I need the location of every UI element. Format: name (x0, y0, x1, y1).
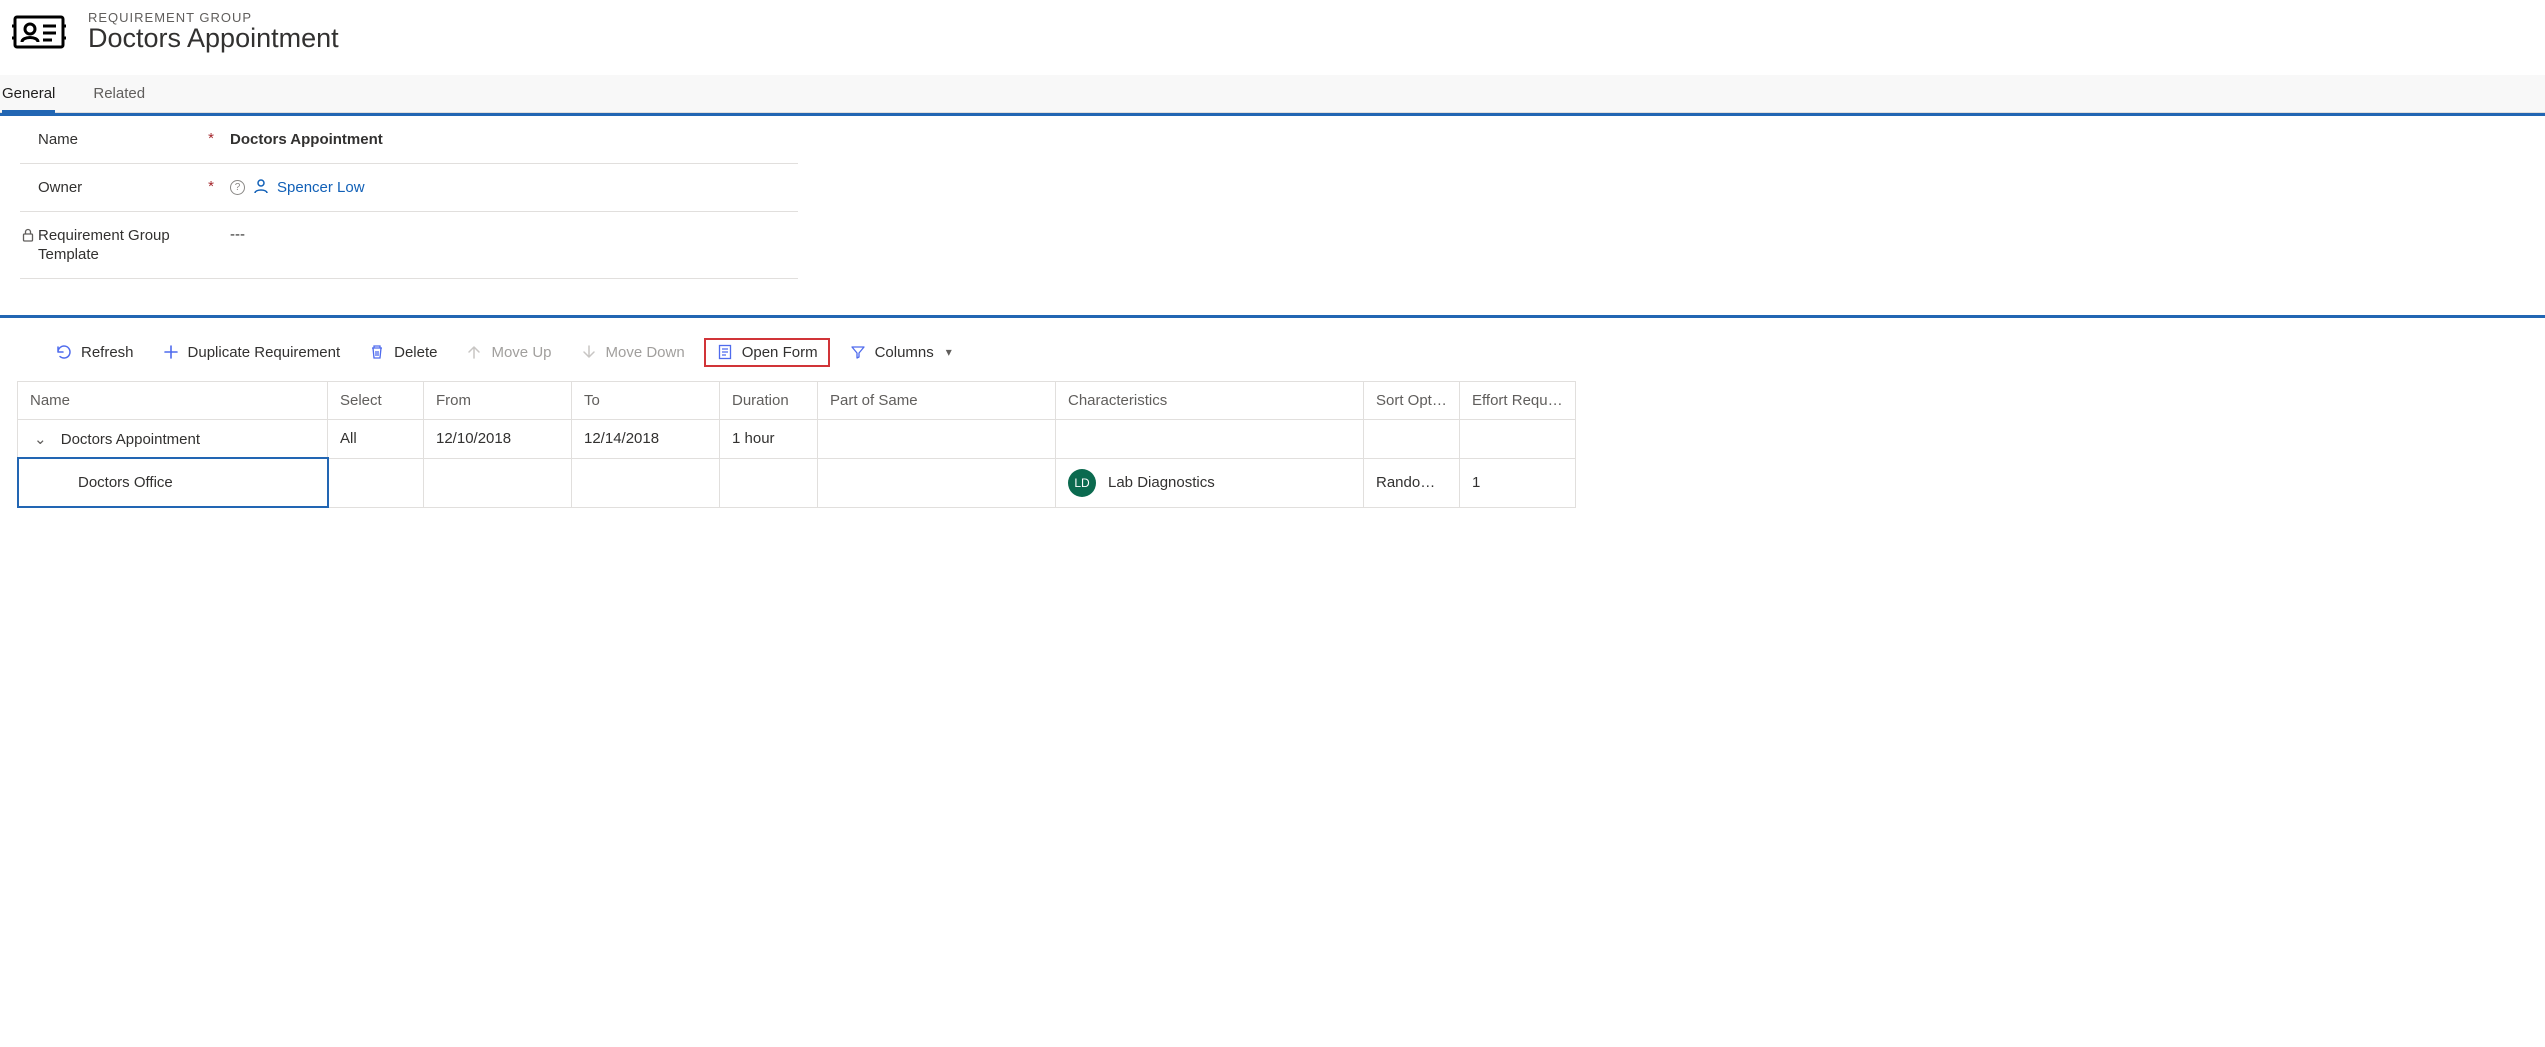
button-label: Open Form (742, 344, 818, 361)
chevron-down-icon: ▾ (946, 345, 952, 359)
field-label: Owner (20, 178, 82, 198)
characteristic-text: Lab Diagnostics (1108, 474, 1215, 491)
button-label: Columns (875, 344, 934, 361)
arrow-up-icon (465, 344, 483, 360)
cell-part-of-same[interactable] (818, 419, 1056, 458)
cell-effort-required[interactable]: 1 (1460, 458, 1576, 507)
filter-icon (849, 344, 867, 360)
refresh-icon (55, 344, 73, 360)
cell-sort-option[interactable] (1364, 419, 1460, 458)
required-indicator: * (208, 130, 214, 147)
cell-to[interactable] (572, 458, 720, 507)
lock-icon (22, 228, 34, 245)
characteristic-badge: LD (1068, 469, 1096, 497)
table-row[interactable]: ⌄ Doctors Appointment All 12/10/2018 12/… (18, 419, 1576, 458)
arrow-down-icon (580, 344, 598, 360)
owner-lookup-link[interactable]: Spencer Low (277, 179, 365, 196)
tab-strip: General Related (0, 75, 2545, 113)
cell-from[interactable] (424, 458, 572, 507)
plus-icon (162, 344, 180, 360)
cell-select[interactable] (328, 458, 424, 507)
required-indicator: * (208, 178, 214, 195)
field-label: Requirement Group Template (20, 226, 190, 265)
button-label: Move Down (606, 344, 685, 361)
delete-button[interactable]: Delete (359, 339, 446, 366)
form-icon (716, 344, 734, 360)
col-header-name[interactable]: Name (18, 381, 328, 419)
button-label: Duplicate Requirement (188, 344, 341, 361)
col-header-characteristics[interactable]: Characteristics (1056, 381, 1364, 419)
cell-duration[interactable] (720, 458, 818, 507)
field-value: --- (220, 226, 245, 243)
grid-header-row: Name Select From To Duration Part of Sam… (18, 381, 1576, 419)
cell-name: Doctors Appointment (61, 431, 200, 448)
cell-to[interactable]: 12/14/2018 (572, 419, 720, 458)
field-owner[interactable]: Owner * ? Spencer Low (20, 164, 798, 212)
columns-button[interactable]: Columns ▾ (840, 339, 961, 366)
field-requirement-group-template: Requirement Group Template --- (20, 212, 798, 279)
cell-from[interactable]: 12/10/2018 (424, 419, 572, 458)
col-header-duration[interactable]: Duration (720, 381, 818, 419)
cell-effort-required[interactable] (1460, 419, 1576, 458)
duplicate-requirement-button[interactable]: Duplicate Requirement (153, 339, 350, 366)
open-form-button[interactable]: Open Form (704, 338, 830, 367)
field-label: Name (20, 130, 78, 150)
chevron-down-icon[interactable]: ⌄ (34, 430, 47, 448)
cell-characteristics[interactable]: LD Lab Diagnostics (1056, 458, 1364, 507)
col-header-select[interactable]: Select (328, 381, 424, 419)
col-header-to[interactable]: To (572, 381, 720, 419)
person-icon (253, 178, 269, 198)
cell-select[interactable]: All (328, 419, 424, 458)
form-panel: Name * Doctors Appointment Owner * ? Spe… (0, 113, 2545, 315)
requirement-group-icon (12, 12, 66, 55)
button-label: Delete (394, 344, 437, 361)
field-name[interactable]: Name * Doctors Appointment (20, 116, 798, 164)
cell-name: Doctors Office (78, 474, 173, 491)
col-header-effort-required[interactable]: Effort Require (1460, 381, 1576, 419)
move-up-button: Move Up (456, 339, 560, 366)
requirements-grid-section: Refresh Duplicate Requirement Delete Mov… (0, 315, 2545, 508)
page-header: REQUIREMENT GROUP Doctors Appointment (0, 0, 2545, 75)
col-header-from[interactable]: From (424, 381, 572, 419)
button-label: Refresh (81, 344, 134, 361)
page-title: Doctors Appointment (88, 23, 339, 54)
cell-duration[interactable]: 1 hour (720, 419, 818, 458)
col-header-part-of-same[interactable]: Part of Same (818, 381, 1056, 419)
move-down-button: Move Down (571, 339, 694, 366)
grid-toolbar: Refresh Duplicate Requirement Delete Mov… (0, 328, 2545, 381)
cell-sort-option[interactable]: Randomize (1364, 458, 1460, 507)
cell-characteristics[interactable] (1056, 419, 1364, 458)
tab-general[interactable]: General (2, 85, 55, 113)
field-value[interactable]: Doctors Appointment (220, 131, 383, 148)
requirements-grid[interactable]: Name Select From To Duration Part of Sam… (17, 381, 1576, 508)
refresh-button[interactable]: Refresh (46, 339, 143, 366)
trash-icon (368, 344, 386, 360)
button-label: Move Up (491, 344, 551, 361)
tab-related[interactable]: Related (93, 85, 145, 112)
col-header-sort-option[interactable]: Sort Option (1364, 381, 1460, 419)
info-icon: ? (230, 180, 245, 195)
table-row[interactable]: Doctors Office LD Lab Diagnostics Random… (18, 458, 1576, 507)
cell-part-of-same[interactable] (818, 458, 1056, 507)
